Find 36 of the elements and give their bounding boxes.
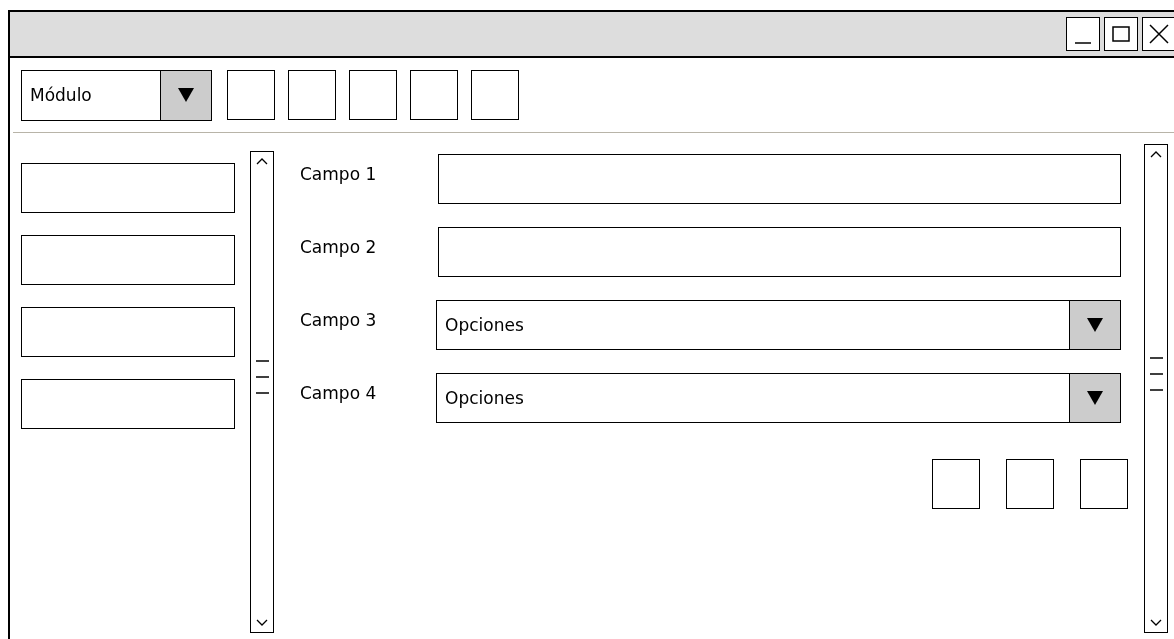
maximize-button[interactable] — [1104, 17, 1138, 51]
scrollbar[interactable] — [1144, 144, 1168, 633]
action-button[interactable] — [1080, 459, 1128, 509]
chevron-down-icon[interactable] — [1149, 618, 1163, 628]
chevron-down-icon[interactable] — [255, 618, 269, 628]
action-button[interactable] — [932, 459, 980, 509]
chevron-up-icon[interactable] — [1149, 149, 1163, 159]
caret-icon — [178, 88, 194, 102]
dropdown[interactable]: Opciones — [436, 373, 1121, 423]
minimize-button[interactable] — [1066, 17, 1100, 51]
field-label: Campo 4 — [300, 383, 378, 403]
field-label: Campo 1 — [300, 164, 378, 184]
toolbar-button[interactable] — [288, 70, 336, 120]
field-label: Campo 3 — [300, 310, 378, 330]
field-label: Campo 2 — [300, 237, 378, 257]
text-field[interactable] — [438, 227, 1121, 277]
toolbar-button[interactable] — [349, 70, 397, 120]
toolbar-button[interactable] — [471, 70, 519, 120]
sidebar-item[interactable] — [21, 235, 235, 285]
minimize-icon — [1075, 42, 1091, 44]
toolbar-button[interactable] — [227, 70, 275, 120]
dropdown[interactable]: Opciones — [436, 300, 1121, 350]
module-dropdown[interactable]: Módulo — [21, 69, 212, 121]
caret-icon — [1087, 391, 1103, 405]
text-field[interactable] — [438, 154, 1121, 204]
grip-icon[interactable] — [1149, 355, 1163, 392]
action-button[interactable] — [1006, 459, 1054, 509]
toolbar-button[interactable] — [410, 70, 458, 120]
close-button[interactable] — [1142, 17, 1174, 51]
scrollbar[interactable] — [250, 151, 274, 633]
chevron-up-icon[interactable] — [255, 156, 269, 166]
caret-icon — [1087, 318, 1103, 332]
sidebar-item[interactable] — [21, 307, 235, 357]
sidebar-item[interactable] — [21, 379, 235, 429]
sidebar-item[interactable] — [21, 163, 235, 213]
grip-icon[interactable] — [255, 359, 269, 395]
